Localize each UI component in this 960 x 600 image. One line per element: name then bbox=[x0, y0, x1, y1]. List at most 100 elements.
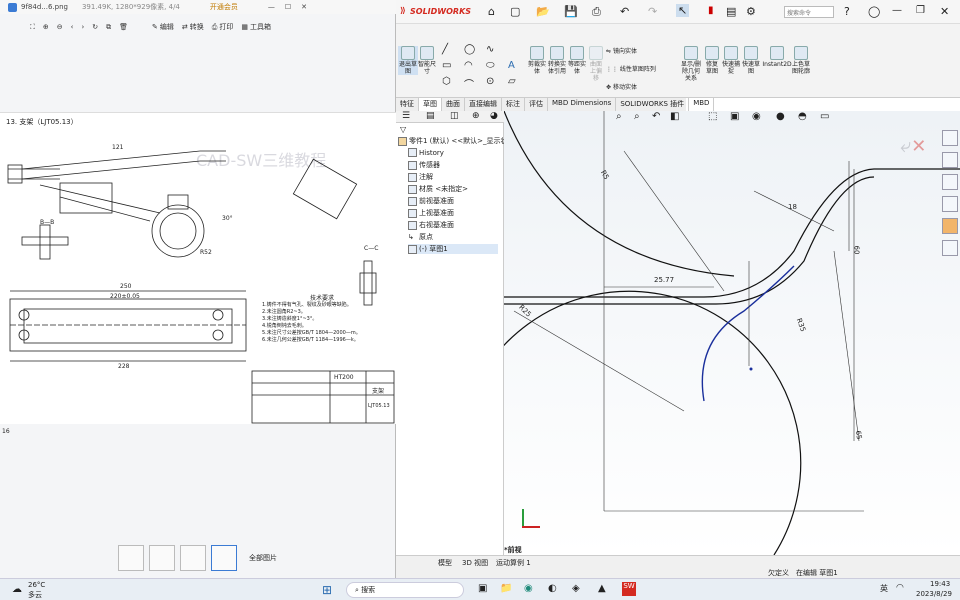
fit-icon[interactable]: ⛶ bbox=[30, 23, 35, 32]
print-button[interactable]: ⎙ 打印 bbox=[212, 22, 234, 32]
config-manager-icon[interactable]: ◫ bbox=[450, 111, 459, 121]
delete-icon[interactable]: 🗑 bbox=[119, 23, 128, 31]
browser-icon[interactable]: ◐ bbox=[548, 583, 557, 594]
line-icon[interactable]: ╱ bbox=[442, 44, 448, 55]
tab-3d-views[interactable]: 3D 视图 bbox=[462, 558, 488, 568]
solidworks-taskbar-icon[interactable]: SW bbox=[622, 582, 636, 596]
polygon-icon[interactable]: ⬡ bbox=[442, 76, 451, 87]
edit-button[interactable]: ✎ 编辑 bbox=[152, 22, 174, 32]
tree-item-sketch1[interactable]: (-) 草图1 bbox=[408, 244, 498, 254]
new-icon[interactable]: ▢ bbox=[510, 5, 520, 18]
appearances-icon[interactable] bbox=[942, 218, 958, 234]
edge-icon[interactable]: ◉ bbox=[524, 583, 533, 594]
zoom-in-icon[interactable]: ⊕ bbox=[43, 23, 49, 31]
search-commands[interactable]: 搜索命令 bbox=[784, 6, 834, 18]
tab-direct-edit[interactable]: 直接编辑 bbox=[465, 98, 502, 111]
tree-item-origin[interactable]: ↳ 原点 bbox=[408, 232, 433, 242]
dim-25-77[interactable]: 25.77 bbox=[654, 276, 674, 284]
feature-manager-icon[interactable]: ☰ bbox=[402, 111, 410, 121]
tree-item-history[interactable]: History bbox=[408, 148, 444, 157]
appearance-icon[interactable]: ◕ bbox=[490, 111, 498, 121]
redo-icon[interactable]: ↷ bbox=[648, 5, 657, 18]
file-props-icon[interactable]: ▤ bbox=[726, 5, 736, 18]
home-icon[interactable]: ⌂ bbox=[488, 5, 495, 18]
app-icon[interactable]: ▲ bbox=[598, 583, 606, 594]
sw-close-icon[interactable]: ✕ bbox=[940, 5, 949, 18]
copy-icon[interactable]: ⧉ bbox=[106, 23, 111, 32]
tree-item-sensors[interactable]: 传感器 bbox=[408, 160, 440, 170]
tree-item-material[interactable]: 材质 <未指定> bbox=[408, 184, 468, 194]
tab-model[interactable]: 模型 bbox=[438, 558, 452, 568]
close-icon[interactable]: ✕ bbox=[301, 3, 307, 11]
linear-pattern-button[interactable]: ⋮⋮ 线性草图阵列 bbox=[606, 64, 656, 73]
rebuild-icon[interactable]: ▮ bbox=[708, 5, 714, 16]
move-entities-button[interactable]: ✥ 移动实体 bbox=[606, 82, 637, 91]
tree-item-top-plane[interactable]: 上视基准面 bbox=[408, 208, 454, 218]
tab-sketch[interactable]: 草图 bbox=[419, 98, 442, 111]
tree-root[interactable]: 零件1 (默认) <<默认>_显示状态 bbox=[398, 136, 514, 146]
toolbox-button[interactable]: ▦ 工具箱 bbox=[241, 22, 271, 32]
custom-props-icon[interactable] bbox=[942, 240, 958, 256]
next-icon[interactable]: › bbox=[81, 23, 84, 31]
maximize-icon[interactable]: ☐ bbox=[285, 3, 291, 11]
dim-60[interactable]: 60 bbox=[852, 246, 860, 255]
thumbnail[interactable] bbox=[149, 545, 175, 571]
weather-icon[interactable]: ☁ bbox=[12, 584, 22, 595]
dim-18[interactable]: 18 bbox=[788, 203, 797, 211]
design-library-icon[interactable] bbox=[942, 152, 958, 168]
mirror-button[interactable]: ⇋ 镜向实体 bbox=[606, 46, 637, 55]
vip-badge[interactable]: 开通会员 bbox=[210, 2, 238, 12]
ime-label[interactable]: 英 bbox=[880, 583, 888, 594]
select-icon[interactable]: ↖ bbox=[676, 4, 690, 17]
taskbar-search[interactable]: ⌕ 搜索 bbox=[346, 582, 464, 598]
thumbnail[interactable] bbox=[180, 545, 206, 571]
start-icon[interactable]: ⊞ bbox=[322, 583, 332, 597]
spline-icon[interactable]: ∿ bbox=[486, 44, 494, 55]
print-icon[interactable]: ⎙ bbox=[592, 5, 601, 19]
convert-button[interactable]: ⇄ 转换 bbox=[182, 22, 204, 32]
tab-motion-study[interactable]: 运动算例 1 bbox=[496, 558, 531, 568]
user-icon[interactable]: ◯ bbox=[868, 5, 880, 18]
property-manager-icon[interactable]: ▤ bbox=[426, 111, 435, 121]
options-icon[interactable]: ⚙ bbox=[746, 5, 756, 18]
exit-sketch-button[interactable]: 退出草图 bbox=[398, 46, 418, 75]
minimize-icon[interactable]: — bbox=[268, 3, 275, 11]
dim-65[interactable]: 65 bbox=[854, 430, 863, 440]
rapid-sketch-button[interactable]: 快速草图 bbox=[742, 46, 760, 75]
rotate-icon[interactable]: ↻ bbox=[92, 23, 98, 31]
fillet-icon[interactable]: ⌒ bbox=[464, 76, 474, 91]
repair-sketch-button[interactable]: 修复草图 bbox=[704, 46, 720, 75]
undo-icon[interactable]: ↶ bbox=[620, 5, 629, 18]
convert-entities-button[interactable]: 转换实体引用 bbox=[548, 46, 566, 75]
graphics-area[interactable]: ⌕ ⌕ ↶ ◧ ⬚ ▣ ◉ ● ◓ ▭ 25.77 18 R35 R25 R5 … bbox=[504, 111, 960, 555]
instant2d-button[interactable]: Instant2D bbox=[762, 46, 792, 68]
zoom-out-icon[interactable]: ⊖ bbox=[57, 23, 63, 31]
tree-item-right-plane[interactable]: 右视基准面 bbox=[408, 220, 454, 230]
quick-snaps-button[interactable]: 快速捕捉 bbox=[722, 46, 740, 75]
text-icon[interactable]: A bbox=[508, 60, 515, 71]
tab-mbd-dimensions[interactable]: MBD Dimensions bbox=[548, 98, 617, 111]
tree-item-annotations[interactable]: 注解 bbox=[408, 172, 433, 182]
tab-markup[interactable]: 标注 bbox=[502, 98, 525, 111]
view-palette-icon[interactable] bbox=[942, 196, 958, 212]
tab-addins[interactable]: SOLIDWORKS 插件 bbox=[616, 98, 690, 111]
display-delete-relations-button[interactable]: 显示/删除几何关系 bbox=[680, 46, 702, 82]
tab-surfaces[interactable]: 曲面 bbox=[442, 98, 465, 111]
thumbnail[interactable] bbox=[211, 545, 237, 571]
all-images-link[interactable]: 全部图片 bbox=[249, 553, 277, 563]
wifi-icon[interactable]: ◠ bbox=[896, 583, 904, 593]
task-view-icon[interactable]: ▣ bbox=[478, 583, 487, 594]
help-icon[interactable]: ? bbox=[844, 5, 850, 18]
smart-dimension-button[interactable]: 智能尺寸 bbox=[418, 46, 436, 75]
confirm-corner[interactable]: ⤶✕ bbox=[900, 133, 940, 173]
rectangle-icon[interactable]: ▭ bbox=[442, 60, 451, 71]
resources-icon[interactable] bbox=[942, 130, 958, 146]
file-explorer-icon[interactable] bbox=[942, 174, 958, 190]
save-icon[interactable]: 💾 bbox=[564, 5, 578, 18]
dim-xpert-icon[interactable]: ⊕ bbox=[472, 111, 480, 121]
arc-icon[interactable]: ◠ bbox=[464, 60, 473, 71]
point-icon[interactable]: ⊙ bbox=[486, 76, 494, 87]
file-explorer-icon[interactable]: 📁 bbox=[500, 583, 512, 594]
tab-evaluate[interactable]: 评估 bbox=[525, 98, 548, 111]
thumbnail[interactable] bbox=[118, 545, 144, 571]
